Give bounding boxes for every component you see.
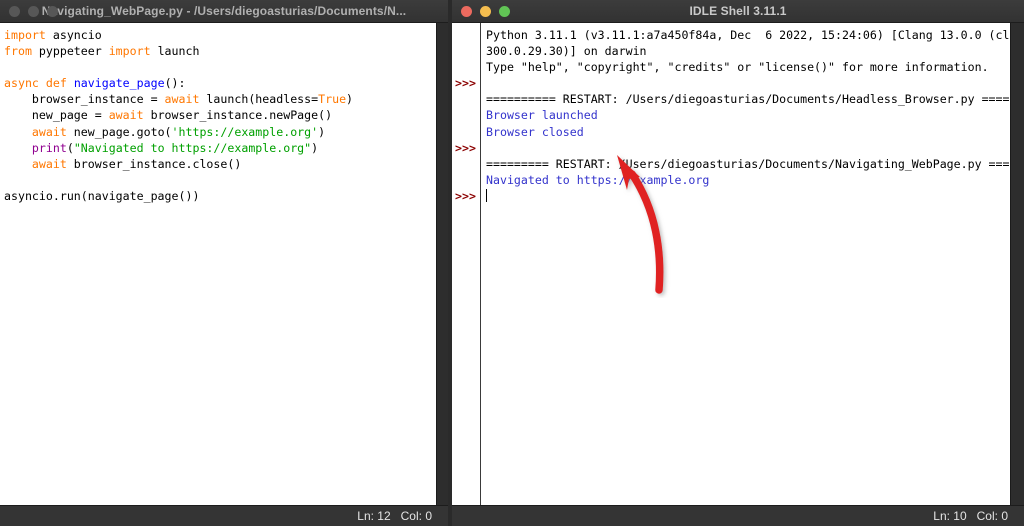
code-token: launch(headless= — [199, 92, 319, 107]
shell-prompt-marker: >>> — [455, 188, 476, 203]
code-token: await — [31, 156, 67, 171]
code-token: await — [31, 124, 67, 139]
gutter-spacer — [452, 43, 480, 59]
shell-output-line: Type "help", "copyright", "credits" or "… — [486, 60, 989, 75]
code-token: browser_instance.newPage() — [143, 108, 333, 123]
code-token: import — [4, 28, 46, 42]
zoom-button-icon[interactable] — [499, 5, 510, 17]
code-token: await — [164, 92, 200, 107]
code-line: new_page = await browser_instance.newPag… — [4, 107, 436, 123]
code-token: 'https://example.org' — [171, 124, 319, 139]
shell-line-indicator: Ln: 10 — [933, 509, 967, 523]
editor-line-indicator: Ln: 12 — [357, 509, 391, 523]
gutter-spacer — [452, 107, 480, 123]
gutter-spacer — [452, 172, 480, 188]
shell-column-indicator: Col: 0 — [976, 509, 1008, 523]
shell-output-line — [486, 140, 1010, 156]
shell-output-line: Browser launched — [486, 108, 598, 123]
code-token: from — [4, 44, 32, 59]
code-token: True — [318, 92, 347, 107]
code-token: ) — [318, 124, 326, 139]
code-line: import asyncio — [4, 27, 436, 43]
minimize-button-icon[interactable] — [480, 5, 491, 17]
text-caret — [486, 188, 487, 202]
code-token: "Navigated to https://example.org" — [73, 140, 312, 155]
shell-output-line — [486, 188, 1010, 204]
close-button-icon[interactable] — [461, 5, 472, 17]
code-token: new_page = — [4, 108, 109, 123]
shell-vertical-scrollbar[interactable] — [1010, 23, 1024, 505]
editor-window[interactable]: Navigating_WebPage.py - /Users/diegoastu… — [0, 0, 448, 526]
shell-titlebar[interactable]: IDLE Shell 3.11.1 — [452, 0, 1024, 23]
code-token: launch — [150, 44, 200, 59]
code-token: new_page.goto( — [66, 124, 172, 139]
shell-traffic-lights[interactable] — [452, 5, 510, 17]
shell-output-line — [486, 75, 1010, 91]
code-token: navigate_page — [73, 76, 165, 91]
editor-statusbar: Ln: 12 Col: 0 — [0, 505, 448, 526]
code-token: ) — [311, 140, 319, 155]
shell-output-area[interactable]: Python 3.11.1 (v3.11.1:a7a450f84a, Dec 6… — [481, 23, 1010, 505]
code-editor-area[interactable]: import asyncio from pyppeteer import laun… — [0, 23, 436, 505]
code-line: print("Navigated to https://example.org"… — [4, 140, 436, 156]
code-token: import — [108, 44, 151, 59]
shell-output-line: ========== RESTART: /Users/diegoasturias… — [486, 92, 1010, 107]
gutter-spacer — [452, 91, 480, 107]
shell-prompt-marker: >>> — [455, 76, 476, 91]
code-line: asyncio.run(navigate_page()) — [4, 188, 436, 204]
editor-body: import asyncio from pyppeteer import laun… — [0, 23, 448, 505]
code-token: (): — [164, 76, 186, 91]
shell-prompt-gutter: >>> >>> >>> — [452, 23, 481, 505]
zoom-button-icon[interactable] — [47, 5, 58, 17]
shell-body: >>> >>> >>> Python 3.11.1 (v3.11.1:a7a45… — [452, 23, 1024, 505]
shell-output-line: Browser closed — [486, 124, 584, 139]
code-token: pyppeteer — [31, 44, 109, 59]
gutter-spacer — [452, 124, 480, 140]
editor-traffic-lights[interactable] — [0, 5, 58, 17]
minimize-button-icon[interactable] — [28, 5, 39, 17]
close-button-icon[interactable] — [9, 5, 20, 17]
gutter-spacer — [452, 59, 480, 75]
editor-titlebar[interactable]: Navigating_WebPage.py - /Users/diegoastu… — [0, 0, 448, 23]
code-token: browser_instance = — [4, 92, 165, 107]
shell-output-line: Python 3.11.1 (v3.11.1:a7a450f84a, Dec 6… — [486, 28, 1010, 42]
code-token: browser_instance.close() — [66, 156, 242, 171]
idle-shell-window[interactable]: IDLE Shell 3.11.1 >>> >>> >>> Python 3.1… — [452, 0, 1024, 526]
code-line: from pyppeteer import launch — [4, 43, 436, 59]
gutter-spacer — [452, 27, 480, 43]
code-line: await browser_instance.close() — [4, 156, 436, 172]
code-token: ) — [346, 92, 354, 107]
editor-column-indicator: Col: 0 — [400, 509, 432, 523]
editor-vertical-scrollbar[interactable] — [436, 23, 448, 505]
code-line: await new_page.goto('https://example.org… — [4, 124, 436, 140]
code-token: asyncio — [45, 28, 102, 42]
editor-title: Navigating_WebPage.py - /Users/diegoastu… — [41, 4, 407, 18]
code-token: asyncio.run(navigate_page()) — [4, 188, 200, 203]
code-token: print — [31, 140, 67, 155]
code-token: ( — [66, 140, 74, 155]
shell-output-line: Navigated to https://example.org — [486, 172, 710, 187]
shell-output-line: 300.0.29.30)] on darwin — [486, 44, 647, 59]
shell-title: IDLE Shell 3.11.1 — [689, 4, 787, 18]
gutter-spacer — [452, 156, 480, 172]
shell-prompt-marker: >>> — [455, 140, 476, 155]
code-token: await — [108, 108, 144, 123]
shell-output-line: ========= RESTART: /Users/diegoasturias/… — [486, 156, 1010, 171]
code-line: async def navigate_page(): — [4, 75, 436, 91]
shell-statusbar: Ln: 10 Col: 0 — [452, 505, 1024, 526]
code-token: async def — [4, 76, 74, 91]
desktop-root: Navigating_WebPage.py - /Users/diegoastu… — [0, 0, 1024, 526]
code-line: browser_instance = await launch(headless… — [4, 91, 436, 107]
